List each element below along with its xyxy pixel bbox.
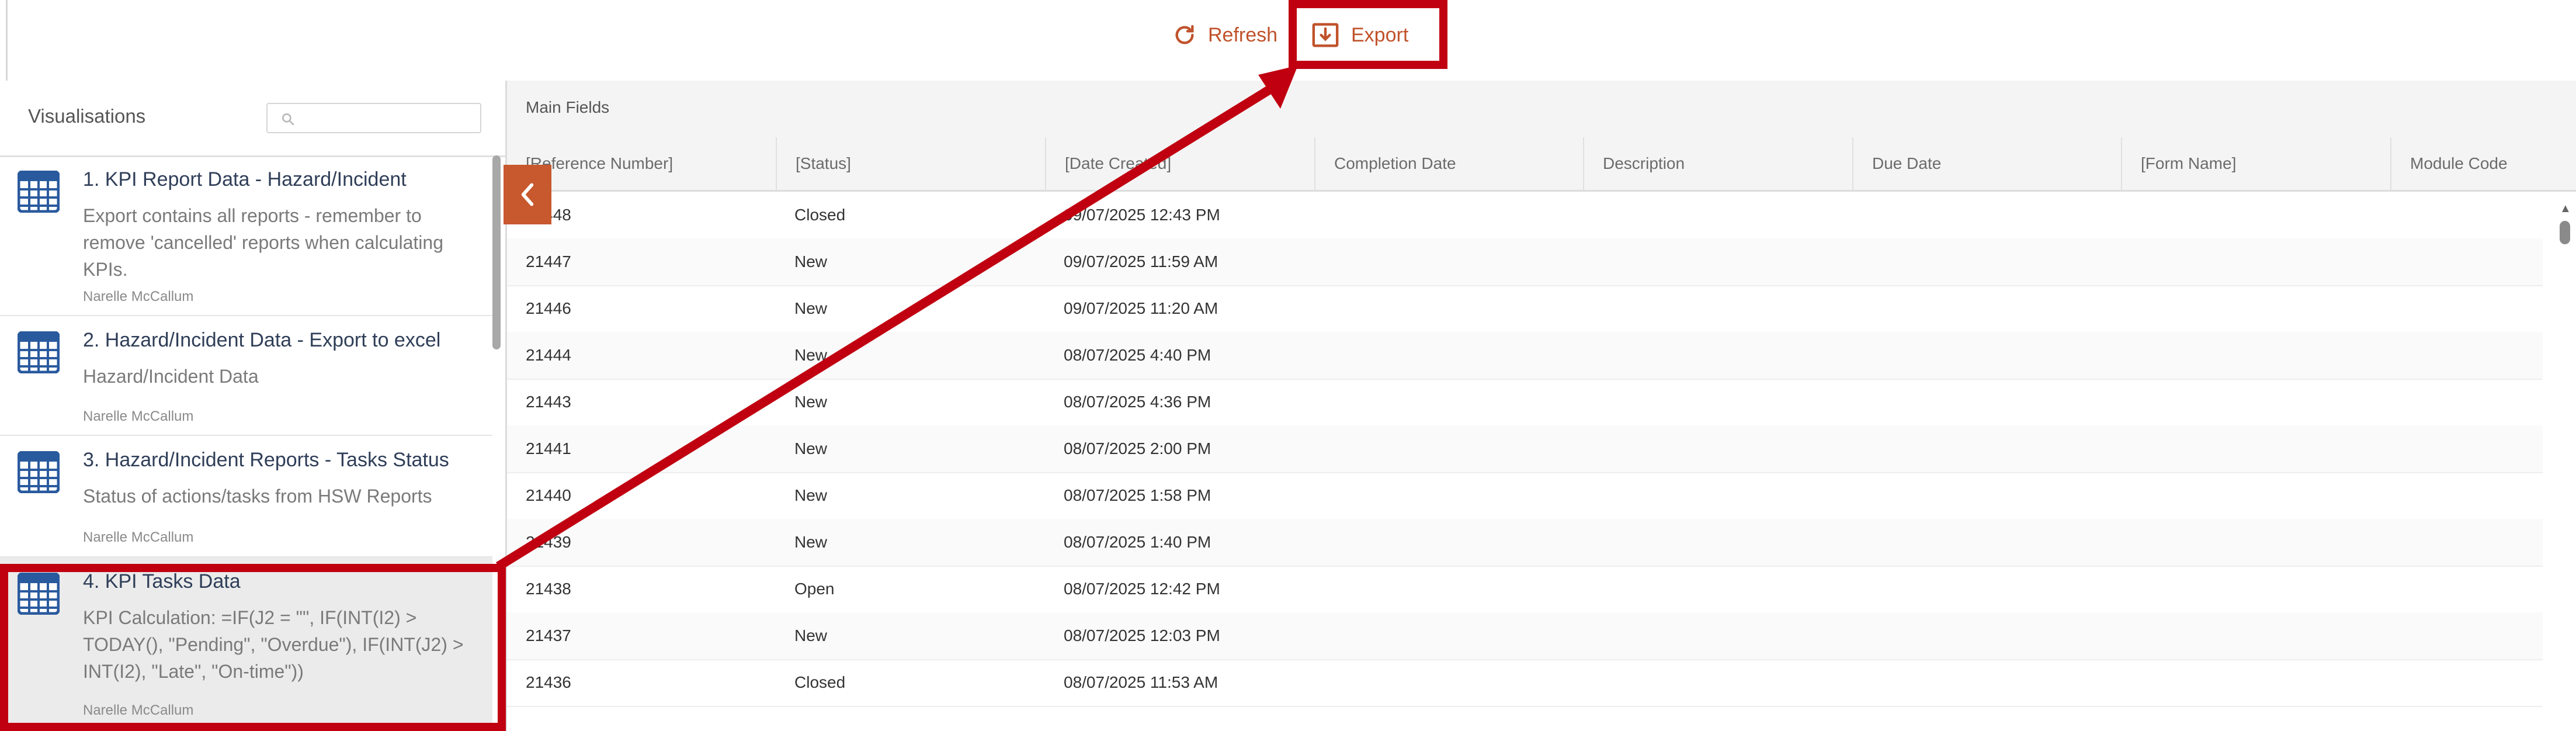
column-header[interactable]: Due Date bbox=[1852, 137, 2121, 190]
refresh-icon bbox=[1173, 23, 1196, 47]
table-row[interactable]: 21446 New 09/07/2025 11:20 AM bbox=[507, 285, 2543, 333]
search-icon bbox=[282, 113, 294, 126]
cell-date-created: 08/07/2025 12:42 PM bbox=[1064, 580, 1220, 598]
item-author: Narelle McCallum bbox=[83, 529, 194, 545]
sidebar-title: Visualisations bbox=[28, 105, 146, 127]
item-description: Export contains all reports - remember t… bbox=[83, 205, 443, 280]
cell-reference: 21439 bbox=[526, 533, 571, 551]
cell-date-created: 09/07/2025 11:59 AM bbox=[1064, 252, 1218, 271]
cell-status: New bbox=[794, 252, 828, 271]
chevron-left-icon bbox=[521, 183, 534, 206]
item-title: 2. Hazard/Incident Data - Export to exce… bbox=[83, 329, 441, 351]
cell-date-created: 08/07/2025 1:40 PM bbox=[1064, 533, 1211, 551]
visualisation-item[interactable]: 1. KPI Report Data - Hazard/Incident Exp… bbox=[0, 155, 492, 316]
table-icon bbox=[18, 451, 60, 493]
cell-date-created: 08/07/2025 12:03 PM bbox=[1064, 626, 1220, 645]
cell-status: New bbox=[794, 533, 828, 551]
table-row[interactable]: 21447 New 09/07/2025 11:59 AM bbox=[507, 238, 2543, 286]
cell-status: New bbox=[794, 439, 828, 458]
cell-date-created: 08/07/2025 4:36 PM bbox=[1064, 393, 1211, 411]
scroll-up-arrow-icon[interactable]: ▲ bbox=[2560, 202, 2571, 216]
column-header[interactable]: Completion Date bbox=[1314, 137, 1583, 190]
cell-date-created: 08/07/2025 11:53 AM bbox=[1064, 673, 1218, 691]
cell-date-created: 08/07/2025 2:00 PM bbox=[1064, 439, 1211, 458]
table-row[interactable]: 21438 Open 08/07/2025 12:42 PM bbox=[507, 566, 2543, 614]
annotation-highlight-export bbox=[1289, 0, 1447, 69]
cell-reference: 21438 bbox=[526, 580, 571, 598]
table-icon bbox=[18, 171, 60, 213]
grid-scrollbar-thumb[interactable] bbox=[2560, 221, 2570, 244]
table-row[interactable]: 21439 New 08/07/2025 1:40 PM bbox=[507, 519, 2543, 567]
column-header[interactable]: Module Code bbox=[2390, 137, 2576, 190]
annotation-highlight-selected-item bbox=[0, 564, 506, 731]
sidebar-header: Visualisations bbox=[0, 81, 505, 157]
cell-reference: 21444 bbox=[526, 346, 571, 364]
refresh-button[interactable]: Refresh bbox=[1173, 18, 1277, 53]
visualisation-item[interactable]: 2. Hazard/Incident Data - Export to exce… bbox=[0, 316, 492, 436]
column-header[interactable]: Description bbox=[1583, 137, 1852, 190]
data-grid: Main Fields [Reference Number] [Status] … bbox=[507, 81, 2576, 731]
column-header[interactable]: [Form Name] bbox=[2121, 137, 2390, 190]
cell-status: Closed bbox=[794, 206, 846, 224]
cell-status: New bbox=[794, 486, 828, 504]
cell-date-created: 08/07/2025 4:40 PM bbox=[1064, 346, 1211, 364]
cell-status: Closed bbox=[794, 673, 846, 691]
item-description: Hazard/Incident Data bbox=[83, 366, 259, 387]
table-row[interactable]: 21440 New 08/07/2025 1:58 PM bbox=[507, 472, 2543, 520]
table-row[interactable]: 21437 New 08/07/2025 12:03 PM bbox=[507, 612, 2543, 660]
cell-reference: 21447 bbox=[526, 252, 571, 271]
top-toolbar: Refresh Export bbox=[0, 0, 2576, 82]
item-title: 3. Hazard/Incident Reports - Tasks Statu… bbox=[83, 449, 449, 471]
item-author: Narelle McCallum bbox=[83, 408, 194, 424]
table-icon bbox=[18, 331, 60, 373]
cell-reference: 21440 bbox=[526, 486, 571, 504]
column-header[interactable]: [Date Created] bbox=[1045, 137, 1314, 190]
grid-header: [Reference Number] [Status] [Date Create… bbox=[507, 137, 2576, 192]
cell-reference: 21441 bbox=[526, 439, 571, 458]
main-fields-bar: Main Fields bbox=[507, 81, 2576, 139]
item-title: 1. KPI Report Data - Hazard/Incident bbox=[83, 168, 407, 190]
cell-status: New bbox=[794, 626, 828, 645]
cell-date-created: 08/07/2025 1:58 PM bbox=[1064, 486, 1211, 504]
main-fields-label: Main Fields bbox=[526, 98, 610, 116]
toolbar-divider bbox=[6, 0, 8, 81]
cell-reference: 21436 bbox=[526, 673, 571, 691]
table-row[interactable]: 21444 New 08/07/2025 4:40 PM bbox=[507, 332, 2543, 380]
cell-reference: 21443 bbox=[526, 393, 571, 411]
cell-status: New bbox=[794, 299, 828, 317]
refresh-label: Refresh bbox=[1208, 23, 1278, 46]
item-description: Status of actions/tasks from HSW Reports bbox=[83, 486, 432, 507]
table-row[interactable]: 21448 Closed 09/07/2025 12:43 PM bbox=[507, 192, 2543, 240]
visualisation-item[interactable]: 3. Hazard/Incident Reports - Tasks Statu… bbox=[0, 436, 492, 557]
cell-date-created: 09/07/2025 12:43 PM bbox=[1064, 206, 1220, 224]
cell-date-created: 09/07/2025 11:20 AM bbox=[1064, 299, 1218, 317]
cell-status: New bbox=[794, 346, 828, 364]
search-input[interactable] bbox=[266, 103, 481, 133]
table-row[interactable]: 21443 New 08/07/2025 4:36 PM bbox=[507, 379, 2543, 427]
collapse-panel-button[interactable] bbox=[504, 165, 551, 224]
item-author: Narelle McCallum bbox=[83, 289, 194, 304]
sidebar-scrollbar[interactable] bbox=[492, 155, 501, 349]
cell-status: Open bbox=[794, 580, 835, 598]
cell-reference: 21446 bbox=[526, 299, 571, 317]
cell-status: New bbox=[794, 393, 828, 411]
cell-reference: 21437 bbox=[526, 626, 571, 645]
column-header[interactable]: [Status] bbox=[776, 137, 1045, 190]
table-row[interactable]: 21441 New 08/07/2025 2:00 PM bbox=[507, 425, 2543, 473]
table-row[interactable]: 21436 Closed 08/07/2025 11:53 AM bbox=[507, 659, 2543, 707]
